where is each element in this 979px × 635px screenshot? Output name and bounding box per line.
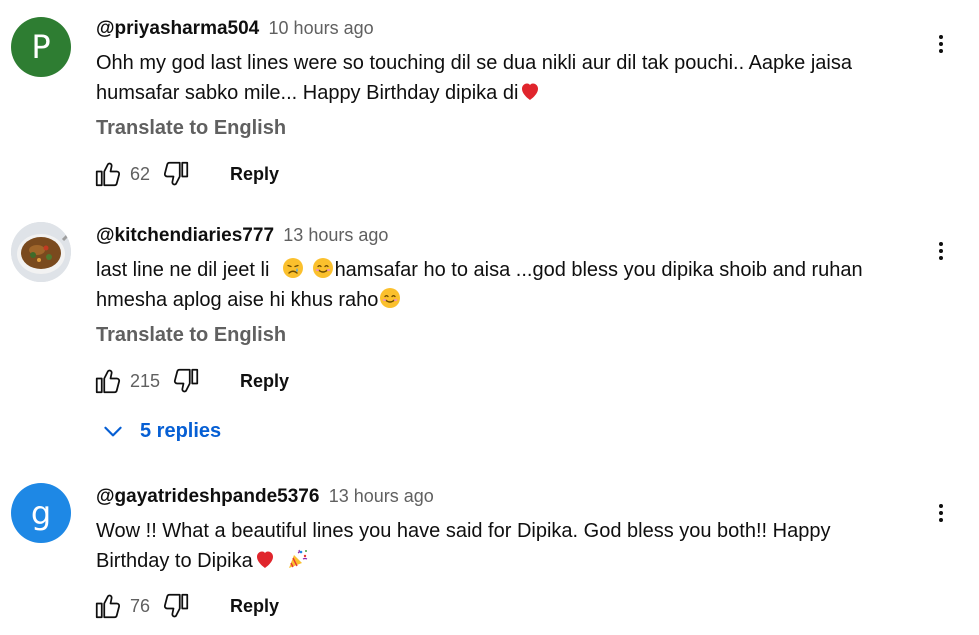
heart-emoji-icon (253, 547, 277, 571)
author-name[interactable]: @gayatrideshpande5376 (96, 486, 319, 507)
heart-emoji-icon (518, 79, 542, 103)
chevron-down-icon (100, 418, 126, 444)
replies-count-label: 5 replies (140, 419, 222, 442)
author-name[interactable]: @kitchendiaries777 (96, 225, 274, 246)
translate-button[interactable]: Translate to English (96, 117, 286, 140)
comment-text-line: hmesha aplog aise hi khus raho (96, 285, 926, 315)
thumbs-down-icon[interactable] (160, 590, 192, 622)
comment-time[interactable]: 13 hours ago (283, 225, 388, 245)
thumbs-up-icon[interactable] (92, 158, 124, 190)
reply-button[interactable]: Reply (240, 371, 289, 392)
comment-text-line: humsafar sabko mile... Happy Birthday di… (96, 78, 926, 108)
smiling-emoji-icon (311, 256, 335, 280)
comment-text-line: Ohh my god last lines were so touching d… (96, 52, 852, 74)
thumbs-down-icon[interactable] (160, 158, 192, 190)
like-count: 76 (130, 595, 151, 616)
comment-text-line: Wow !! What a beautiful lines you have s… (96, 520, 831, 542)
food-bowl-avatar-icon (11, 222, 71, 282)
comment-header: @kitchendiaries777 13 hours ago (96, 225, 388, 247)
translate-button[interactable]: Translate to English (96, 324, 286, 347)
comment-text-line: last line ne dil jeet li hamsafar ho to … (96, 255, 926, 285)
avatar[interactable] (11, 222, 71, 282)
reply-button[interactable]: Reply (230, 596, 279, 617)
reply-button[interactable]: Reply (230, 164, 279, 185)
avatar-letter: g (30, 494, 52, 532)
smiling-emoji-icon (378, 286, 402, 310)
comment-text: last line ne dil jeet li hamsafar ho to … (96, 255, 926, 315)
comment-actions: 62 Reply (92, 154, 279, 194)
comment-time[interactable]: 13 hours ago (329, 486, 434, 506)
crying-emoji-icon (281, 256, 305, 280)
comment-text: Ohh my god last lines were so touching d… (96, 48, 926, 108)
comment-text: Wow !! What a beautiful lines you have s… (96, 516, 926, 576)
comment-actions: 215 Reply (92, 361, 289, 401)
more-vert-icon[interactable] (925, 28, 957, 60)
like-count: 215 (130, 370, 161, 391)
like-count: 62 (130, 163, 151, 184)
avatar[interactable]: g (11, 483, 71, 543)
author-name[interactable]: @priyasharma504 (96, 18, 259, 39)
thumbs-up-icon[interactable] (92, 590, 124, 622)
comment-text-line: Birthday to Dipika (96, 546, 926, 576)
comment-header: @gayatrideshpande5376 13 hours ago (96, 486, 434, 508)
avatar[interactable]: P (11, 17, 71, 77)
more-vert-icon[interactable] (925, 497, 957, 529)
avatar-letter: P (31, 28, 51, 66)
comment-actions: 76 Reply (92, 586, 279, 626)
thumbs-down-icon[interactable] (170, 365, 202, 397)
view-replies-button[interactable]: 5 replies (100, 418, 221, 444)
comment-header: @priyasharma504 10 hours ago (96, 18, 374, 40)
comment-time[interactable]: 10 hours ago (269, 18, 374, 38)
thumbs-up-icon[interactable] (92, 365, 124, 397)
party-popper-emoji-icon (286, 547, 310, 571)
more-vert-icon[interactable] (925, 235, 957, 267)
